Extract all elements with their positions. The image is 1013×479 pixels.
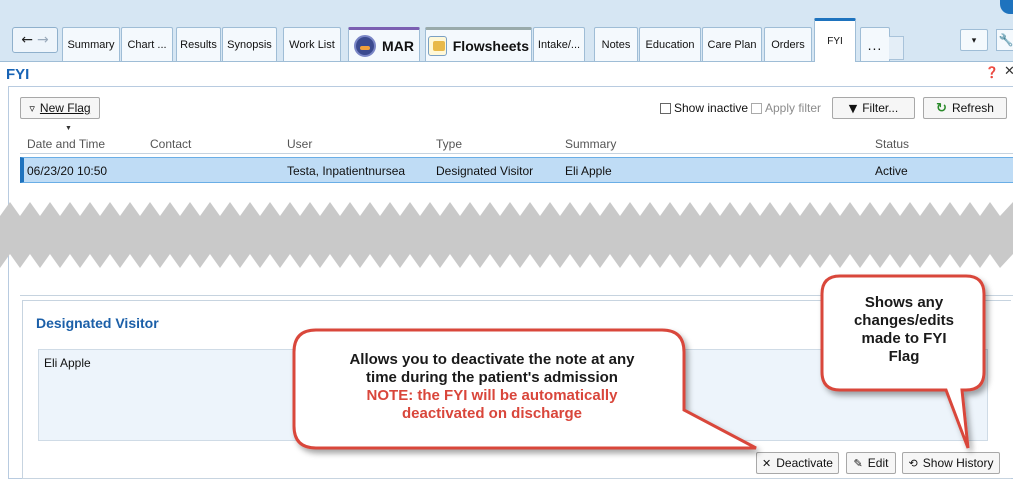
callout-line: Allows you to deactivate the note at any: [349, 351, 635, 368]
tab-results[interactable]: Results: [176, 27, 221, 61]
column-header-summary[interactable]: Summary: [565, 137, 616, 151]
status-corner: [1000, 0, 1013, 14]
tab-bar: ← → Summary Chart ... Results Synopsis W…: [0, 0, 1013, 62]
help-icon[interactable]: ❓: [985, 66, 999, 79]
column-header-status[interactable]: Status: [875, 137, 909, 151]
tab-label: Flowsheets: [452, 37, 529, 54]
column-header-contact[interactable]: Contact: [150, 137, 191, 151]
deactivate-callout-text: Allows you to deactivate the note at any…: [300, 351, 684, 423]
filter-label: Filter...: [862, 101, 899, 115]
tab-work-list[interactable]: Work List: [283, 27, 341, 61]
tab-intake-output[interactable]: Intake/...: [533, 27, 585, 61]
history-callout-text: Shows any changes/edits made to FYI Flag: [826, 294, 982, 366]
checkbox-box[interactable]: [660, 102, 671, 114]
callout-line: Flag: [888, 348, 920, 365]
details-text: Eli Apple: [44, 356, 91, 370]
tab-label: Synopsis: [227, 38, 272, 51]
cell-type: Designated Visitor: [436, 164, 534, 178]
edit-button[interactable]: ✎ Edit: [846, 452, 896, 474]
details-title: Designated Visitor: [36, 315, 159, 331]
tab-summary[interactable]: Summary: [62, 27, 120, 61]
tab-synopsis[interactable]: Synopsis: [222, 27, 277, 61]
table-row[interactable]: 06/23/20 10:50 Testa, Inpatientnursea De…: [20, 157, 1013, 183]
tab-mar[interactable]: MAR: [348, 27, 420, 61]
tab-label: ...: [867, 36, 883, 53]
torn-edge-divider: [0, 202, 1013, 268]
deactivate-button[interactable]: ✕ Deactivate: [756, 452, 839, 474]
tab-label: Intake/...: [537, 38, 581, 51]
tab-label: Work List: [289, 38, 335, 51]
tab-chart-review[interactable]: Chart ...: [121, 27, 173, 61]
column-header-type[interactable]: Type: [436, 137, 462, 151]
tab-care-plan[interactable]: Care Plan: [702, 27, 762, 61]
callout-note-line: NOTE: the FYI will be automatically: [366, 387, 618, 404]
new-flag-button[interactable]: ▿ New Flag: [20, 97, 100, 119]
filter-button[interactable]: ▼ Filter...: [832, 97, 915, 119]
tab-notes[interactable]: Notes: [594, 27, 638, 61]
mar-icon: [354, 34, 377, 57]
pencil-icon: ✎: [853, 456, 863, 470]
flowsheets-icon: [428, 35, 447, 56]
column-header-user[interactable]: User: [287, 137, 312, 151]
refresh-button[interactable]: ↻ Refresh: [923, 97, 1007, 119]
cell-date-time: 06/23/20 10:50: [27, 164, 108, 178]
cell-summary: Eli Apple: [565, 164, 612, 178]
tab-education[interactable]: Education: [639, 27, 701, 61]
edit-label: Edit: [867, 456, 889, 470]
apply-filter-label: Apply filter: [765, 101, 822, 115]
cell-status: Active: [875, 164, 908, 178]
new-flag-label: New Flag: [39, 101, 91, 115]
tab-orders[interactable]: Orders: [764, 27, 812, 61]
column-header-date-time[interactable]: Date and Time: [27, 137, 105, 151]
filter-funnel-icon: ▼: [848, 101, 858, 115]
show-history-button[interactable]: ⟲ Show History: [902, 452, 1000, 474]
tab-more[interactable]: ...: [860, 27, 890, 61]
x-icon: ✕: [762, 456, 772, 470]
callout-line: time during the patient's admission: [366, 369, 618, 386]
tab-label: Summary: [67, 38, 115, 51]
tab-label: Orders: [771, 38, 805, 51]
tab-label: Education: [645, 38, 695, 51]
refresh-icon: ↻: [936, 100, 947, 116]
back-arrow-icon[interactable]: ←: [21, 33, 33, 47]
callout-line: changes/edits: [853, 312, 955, 329]
tab-label: Care Plan: [707, 38, 757, 51]
checkbox-box[interactable]: [751, 102, 762, 114]
back-forward-button[interactable]: ← →: [12, 27, 58, 53]
tab-label: MAR: [382, 37, 414, 54]
tab-stack-edge: [896, 36, 904, 60]
tab-label: Chart ...: [127, 38, 167, 51]
cell-user: Testa, Inpatientnursea: [287, 164, 406, 178]
tabbar-dropdown-button[interactable]: ▾: [960, 29, 988, 51]
wrench-icon[interactable]: 🔧: [996, 29, 1013, 51]
close-icon[interactable]: ✕: [1004, 64, 1013, 79]
forward-arrow-icon[interactable]: →: [37, 33, 49, 47]
deactivate-label: Deactivate: [776, 456, 833, 470]
page-title: FYI: [6, 66, 30, 83]
tab-label: FYI: [827, 36, 843, 47]
tab-flowsheets[interactable]: Flowsheets: [425, 27, 532, 61]
callout-note-line: deactivated on discharge: [401, 405, 583, 422]
apply-filter-checkbox[interactable]: Apply filter: [751, 101, 821, 115]
refresh-label: Refresh: [951, 101, 994, 115]
show-history-label: Show History: [922, 456, 994, 470]
tab-label: Results: [180, 38, 217, 51]
filter-funnel-icon: ▿: [29, 101, 35, 115]
show-inactive-checkbox[interactable]: Show inactive: [660, 101, 748, 115]
tab-fyi[interactable]: FYI: [814, 18, 856, 62]
history-icon: ⟲: [908, 456, 918, 470]
grid-header: Date and Time Contact User Type Summary …: [20, 130, 1013, 154]
tab-label: Notes: [601, 38, 631, 51]
callout-line: made to FYI: [861, 330, 947, 347]
callout-line: Shows any: [864, 294, 944, 311]
show-inactive-label: Show inactive: [674, 101, 749, 115]
